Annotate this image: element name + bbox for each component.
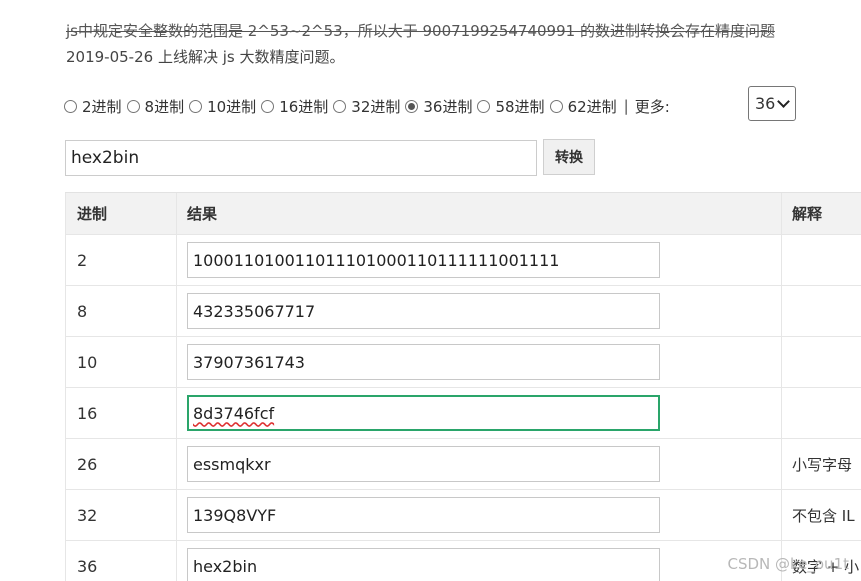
radio-circle-icon[interactable] (126, 99, 140, 113)
radio-label: 2进制 (82, 97, 122, 116)
result-cell: 100011010011011101000110111111001111 (176, 235, 781, 285)
base-cell: 16 (65, 388, 176, 438)
result-field-base-10[interactable]: 37907361743 (187, 344, 660, 380)
table-row: 16 8d3746fcf (65, 388, 861, 439)
note-cell (781, 235, 861, 285)
header-note: 解释 (781, 193, 861, 234)
notice-line-2: 2019-05-26 上线解决 js 大数精度问题。 (66, 48, 345, 66)
result-field-base-8[interactable]: 432335067717 (187, 293, 660, 329)
separator: | (623, 97, 629, 115)
radio-circle-icon[interactable] (261, 99, 275, 113)
more-label: 更多: (634, 97, 670, 116)
notice-line-1: js中规定安全整数的范围是 2^53~2^53，所以大于 90071992547… (66, 22, 775, 40)
base-cell: 2 (65, 235, 176, 285)
select-value: 36 (755, 94, 776, 113)
result-cell: 8d3746fcf (176, 388, 781, 438)
result-value: 8d3746fcf (193, 403, 275, 423)
radio-base-36[interactable]: 36进制 (405, 96, 472, 117)
note-cell (781, 286, 861, 336)
result-value: 432335067717 (193, 301, 316, 321)
base-radio-group: 2进制 8进制 10进制 16进制 32进制 36进制 58进制 62进制 | … (64, 91, 684, 121)
table-row: 8 432335067717 (65, 286, 861, 337)
radio-label: 36进制 (423, 97, 473, 116)
radio-checked-icon[interactable] (405, 99, 419, 113)
note-cell: 不包含 IL (781, 490, 861, 540)
radio-base-10[interactable]: 10进制 (189, 96, 256, 117)
result-table: 进制 结果 解释 2 10001101001101110100011011111… (65, 192, 861, 581)
radio-label: 16进制 (279, 97, 329, 116)
radio-label: 10进制 (207, 97, 257, 116)
radio-base-16[interactable]: 16进制 (261, 96, 328, 117)
table-header-row: 进制 结果 解释 (65, 193, 861, 235)
radio-base-2[interactable]: 2进制 (64, 96, 122, 117)
base-cell: 10 (65, 337, 176, 387)
radio-label: 8进制 (144, 97, 185, 116)
result-value: essmqkxr (193, 454, 271, 474)
result-value: 100011010011011101000110111111001111 (193, 250, 560, 270)
radio-circle-icon[interactable] (189, 99, 203, 113)
number-input[interactable]: hex2bin (65, 140, 537, 176)
radio-circle-icon[interactable] (333, 99, 347, 113)
radio-label: 62进制 (567, 97, 617, 116)
result-field-base-36[interactable]: hex2bin (187, 548, 660, 581)
radio-circle-icon[interactable] (64, 99, 77, 113)
more-base-select[interactable]: 36 (748, 86, 796, 121)
result-field-base-26[interactable]: essmqkxr (187, 446, 660, 482)
notice: js中规定安全整数的范围是 2^53~2^53，所以大于 90071992547… (66, 18, 856, 70)
result-field-base-16[interactable]: 8d3746fcf (187, 395, 660, 431)
header-result: 结果 (176, 193, 781, 234)
radio-label: 32进制 (351, 97, 401, 116)
result-value: 37907361743 (193, 352, 305, 372)
radio-circle-icon[interactable] (549, 99, 563, 113)
page: js中规定安全整数的范围是 2^53~2^53，所以大于 90071992547… (0, 0, 861, 581)
result-cell: hex2bin (176, 541, 781, 581)
table-row: 2 100011010011011101000110111111001111 (65, 235, 861, 286)
csdn-watermark: CSDN @ke_ou1t (727, 555, 849, 573)
result-value: 139Q8VYF (193, 505, 277, 525)
note-cell (781, 337, 861, 387)
radio-label: 58进制 (495, 97, 545, 116)
radio-base-62[interactable]: 62进制 (549, 96, 617, 117)
result-cell: 139Q8VYF (176, 490, 781, 540)
base-cell: 26 (65, 439, 176, 489)
result-cell: 37907361743 (176, 337, 781, 387)
base-cell: 36 (65, 541, 176, 581)
radio-base-58[interactable]: 58进制 (477, 96, 545, 117)
base-cell: 32 (65, 490, 176, 540)
number-input-value: hex2bin (71, 148, 140, 168)
result-cell: 432335067717 (176, 286, 781, 336)
note-cell: 小写字母 (781, 439, 861, 489)
radio-base-8[interactable]: 8进制 (126, 96, 185, 117)
note-cell (781, 388, 861, 438)
result-field-base-2[interactable]: 100011010011011101000110111111001111 (187, 242, 660, 278)
chevron-down-icon (777, 95, 791, 108)
result-value: hex2bin (193, 556, 258, 576)
base-cell: 8 (65, 286, 176, 336)
radio-circle-icon[interactable] (477, 99, 491, 113)
table-row: 26 essmqkxr 小写字母 (65, 439, 861, 490)
result-field-base-32[interactable]: 139Q8VYF (187, 497, 660, 533)
result-cell: essmqkxr (176, 439, 781, 489)
header-base: 进制 (65, 193, 176, 234)
convert-button[interactable]: 转换 (543, 139, 595, 175)
radio-base-32[interactable]: 32进制 (333, 96, 400, 117)
table-row: 32 139Q8VYF 不包含 IL (65, 490, 861, 541)
table-row: 10 37907361743 (65, 337, 861, 388)
